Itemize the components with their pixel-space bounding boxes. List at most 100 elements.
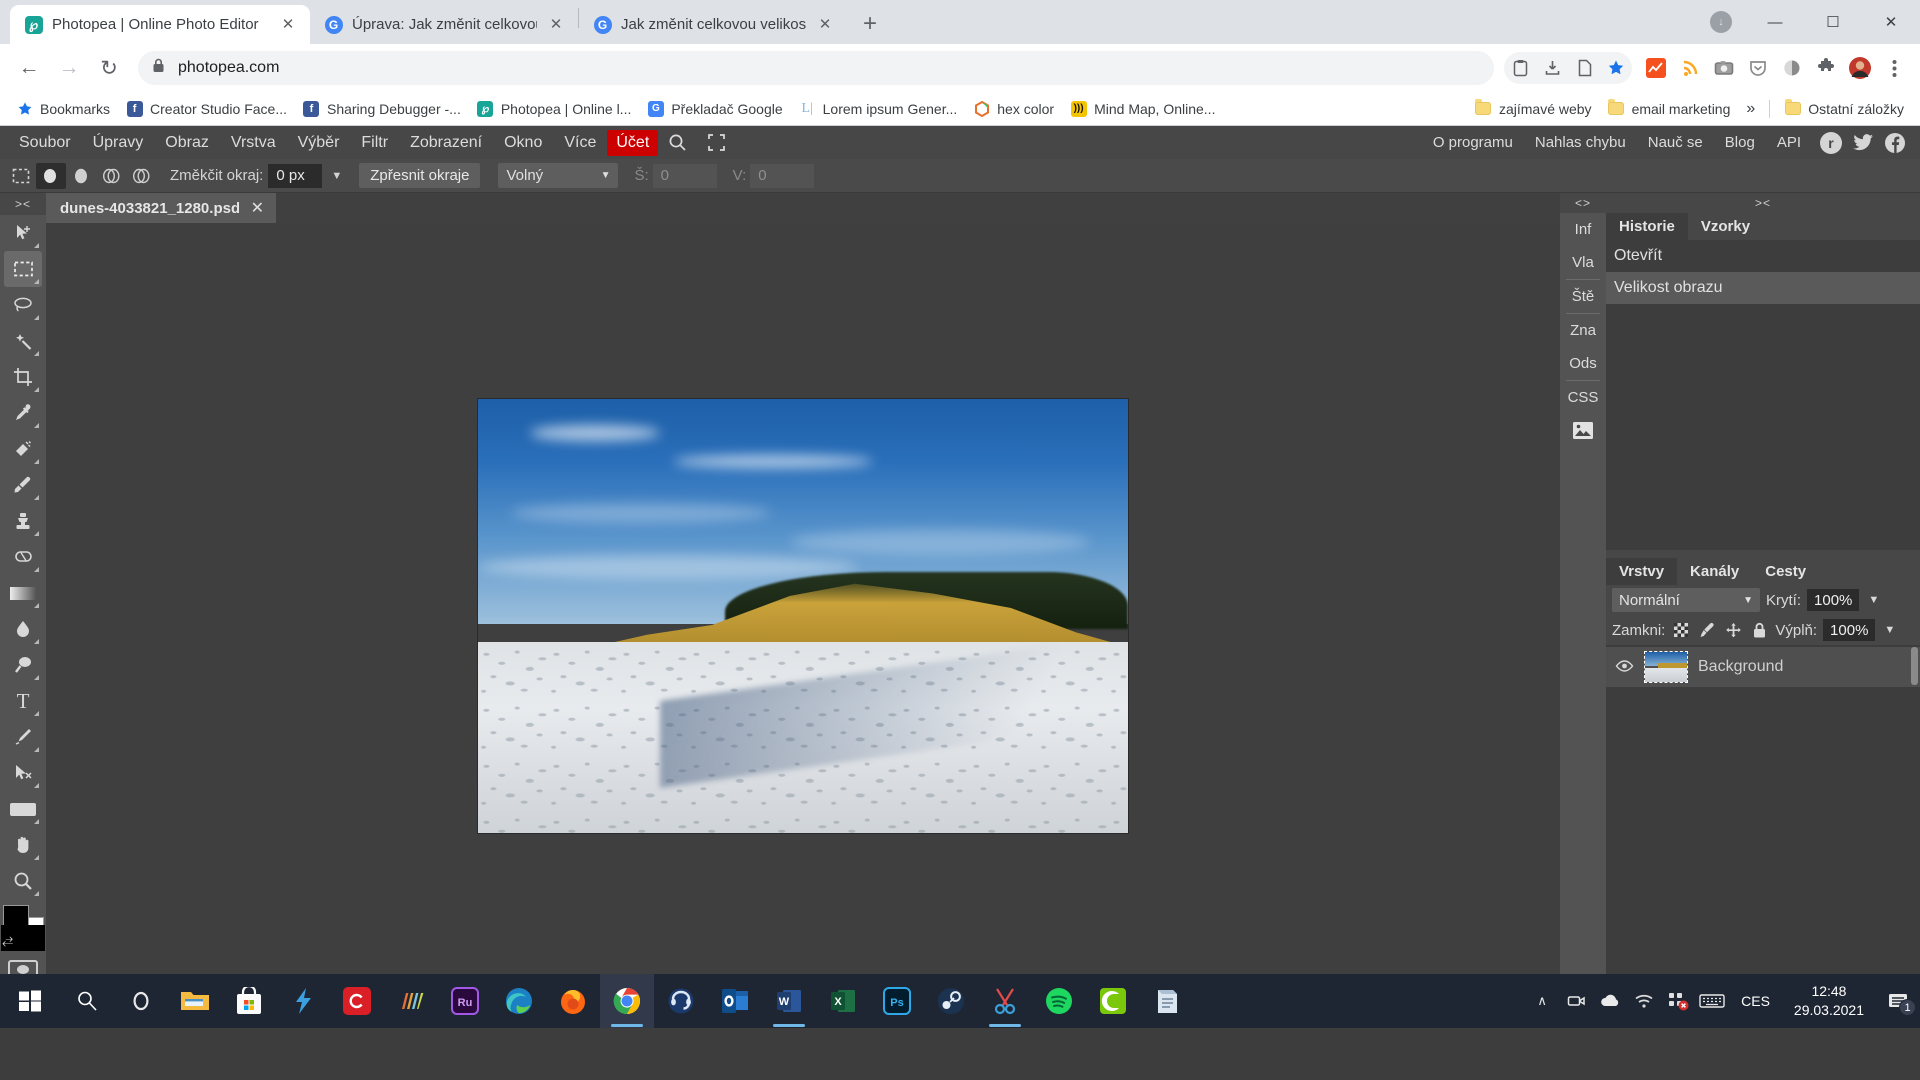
tab-vrstvy[interactable]: Vrstvy xyxy=(1606,558,1678,585)
clipboard-icon[interactable] xyxy=(1504,52,1536,84)
moon-extension-icon[interactable] xyxy=(1776,52,1808,84)
microsoft-store-icon[interactable] xyxy=(222,974,276,1028)
menu-okno[interactable]: Okno xyxy=(493,131,553,155)
chrome-update-icon[interactable]: ↓ xyxy=(1696,0,1746,44)
refine-edges-button[interactable]: Zpřesnit okraje xyxy=(359,163,481,188)
snipping-tool-icon[interactable] xyxy=(978,974,1032,1028)
outlook-icon[interactable] xyxy=(708,974,762,1028)
crop-tool-icon[interactable] xyxy=(4,359,42,395)
rail-item-zna[interactable]: Zna xyxy=(1560,314,1606,347)
document-tab[interactable]: dunes-4033821_1280.psd ✕ xyxy=(46,193,276,223)
lock-paint-icon[interactable] xyxy=(1697,620,1717,640)
history-item[interactable]: Velikost obrazu xyxy=(1606,272,1920,304)
hand-tool-icon[interactable] xyxy=(4,827,42,863)
rss-extension-icon[interactable] xyxy=(1674,52,1706,84)
puzzle-extensions-icon[interactable] xyxy=(1810,52,1842,84)
profile-avatar[interactable] xyxy=(1844,52,1876,84)
word-icon[interactable]: W xyxy=(762,974,816,1028)
clock[interactable]: 12:48 29.03.2021 xyxy=(1782,982,1876,1020)
panel-splitter[interactable] xyxy=(1606,550,1920,558)
bookmark-folder[interactable]: email marketing xyxy=(1600,96,1739,122)
bookmarks-overflow-button[interactable]: » xyxy=(1738,96,1763,122)
link-api[interactable]: API xyxy=(1766,131,1812,154)
eyedropper-tool-icon[interactable] xyxy=(4,395,42,431)
lock-transparency-icon[interactable] xyxy=(1671,620,1691,640)
other-bookmarks-folder[interactable]: Ostatní záložky xyxy=(1776,96,1912,122)
blur-tool-icon[interactable] xyxy=(4,611,42,647)
steam-icon[interactable] xyxy=(924,974,978,1028)
selection-style-select[interactable]: Volný ▼ xyxy=(498,163,619,188)
link-blog[interactable]: Blog xyxy=(1714,131,1766,154)
cortana-icon[interactable] xyxy=(114,974,168,1028)
swap-colors-icon[interactable]: ⥄ xyxy=(2,931,13,948)
onedrive-icon[interactable] xyxy=(1593,974,1627,1028)
gradient-tool-icon[interactable] xyxy=(4,575,42,611)
color-swatches[interactable]: ⥄ xyxy=(1,905,45,951)
file-explorer-icon[interactable] xyxy=(168,974,222,1028)
rectangular-marquee-tool-icon[interactable] xyxy=(4,251,42,287)
search-icon[interactable] xyxy=(658,129,697,156)
adobe-premiere-rush-lines-icon[interactable] xyxy=(384,974,438,1028)
tray-chevron-icon[interactable]: ∧ xyxy=(1525,974,1559,1028)
spotify-icon[interactable] xyxy=(1032,974,1086,1028)
menu-obraz[interactable]: Obraz xyxy=(154,131,220,155)
lasso-tool-icon[interactable] xyxy=(4,287,42,323)
eraser-tool-icon[interactable] xyxy=(4,539,42,575)
excel-icon[interactable]: X xyxy=(816,974,870,1028)
pen-tool-icon[interactable] xyxy=(4,719,42,755)
tab-historie[interactable]: Historie xyxy=(1606,213,1688,240)
back-button[interactable]: ← xyxy=(10,49,48,87)
close-tab-button[interactable]: ✕ xyxy=(546,15,566,35)
new-tab-button[interactable]: + xyxy=(853,7,887,41)
link-nahlas-chybu[interactable]: Nahlas chybu xyxy=(1524,131,1637,154)
close-window-button[interactable]: ✕ xyxy=(1862,0,1920,44)
zoom-tool-icon[interactable] xyxy=(4,863,42,899)
teamspeak-icon[interactable] xyxy=(654,974,708,1028)
rail-item-ste[interactable]: Ště xyxy=(1560,280,1606,313)
search-icon[interactable] xyxy=(60,974,114,1028)
rail-item-vla[interactable]: Vla xyxy=(1560,246,1606,279)
bookmark-item[interactable]: G Překladač Google xyxy=(639,96,790,122)
facebook-icon[interactable] xyxy=(1882,130,1908,156)
close-tab-button[interactable]: ✕ xyxy=(278,15,298,35)
dodge-tool-icon[interactable] xyxy=(4,647,42,683)
microsoft-edge-icon[interactable] xyxy=(492,974,546,1028)
document-image[interactable] xyxy=(478,398,1128,833)
lock-position-icon[interactable] xyxy=(1723,620,1743,640)
bookmark-star-icon[interactable] xyxy=(1600,52,1632,84)
tools-panel-grab[interactable]: >< xyxy=(0,193,46,215)
menu-vrstva[interactable]: Vrstva xyxy=(220,131,287,155)
bookmark-folder[interactable]: zajímavé weby xyxy=(1467,96,1600,122)
add-to-selection-button[interactable] xyxy=(66,163,96,189)
width-input[interactable]: 0 xyxy=(652,163,717,188)
lightshot-icon[interactable] xyxy=(276,974,330,1028)
fill-caret[interactable]: ▼ xyxy=(1881,624,1898,636)
account-button[interactable]: Účet xyxy=(607,129,659,156)
subtract-from-selection-button[interactable] xyxy=(96,163,126,189)
type-tool-icon[interactable]: T xyxy=(4,683,42,719)
path-select-tool-icon[interactable] xyxy=(4,755,42,791)
address-bar[interactable]: photopea.com xyxy=(138,51,1494,85)
height-input[interactable]: 0 xyxy=(750,163,815,188)
firefox-icon[interactable] xyxy=(546,974,600,1028)
fill-input[interactable]: 100% xyxy=(1823,619,1876,641)
google-chrome-icon[interactable] xyxy=(600,974,654,1028)
browser-tab-1[interactable]: G Úprava: Jak změnit celkovou velik ✕ xyxy=(310,5,578,44)
canvas-viewport[interactable] xyxy=(46,223,1560,1028)
language-indicator[interactable]: CES xyxy=(1729,993,1782,1009)
magic-wand-tool-icon[interactable] xyxy=(4,323,42,359)
bookmark-item[interactable]: L| Lorem ipsum Gener... xyxy=(791,96,966,122)
screen-recorder-icon[interactable] xyxy=(1559,974,1593,1028)
browser-tab-2[interactable]: G Jak změnit celkovou velikost obra ✕ xyxy=(579,5,847,44)
adobe-premiere-rush-icon[interactable]: Ru xyxy=(438,974,492,1028)
notifications-icon[interactable]: 1 xyxy=(1876,974,1920,1028)
image-icon[interactable] xyxy=(1560,414,1606,447)
keyboard-icon[interactable] xyxy=(1695,974,1729,1028)
menu-vyber[interactable]: Výběr xyxy=(287,131,351,155)
fullscreen-icon[interactable] xyxy=(697,129,736,156)
chart-extension-icon[interactable] xyxy=(1640,52,1672,84)
bookmark-item[interactable]: f Sharing Debugger -... xyxy=(295,96,469,122)
browser-tab-0[interactable]: ℘ Photopea | Online Photo Editor ✕ xyxy=(10,5,310,44)
blend-mode-select[interactable]: Normální ▼ xyxy=(1612,588,1760,612)
menu-filtr[interactable]: Filtr xyxy=(350,131,399,155)
